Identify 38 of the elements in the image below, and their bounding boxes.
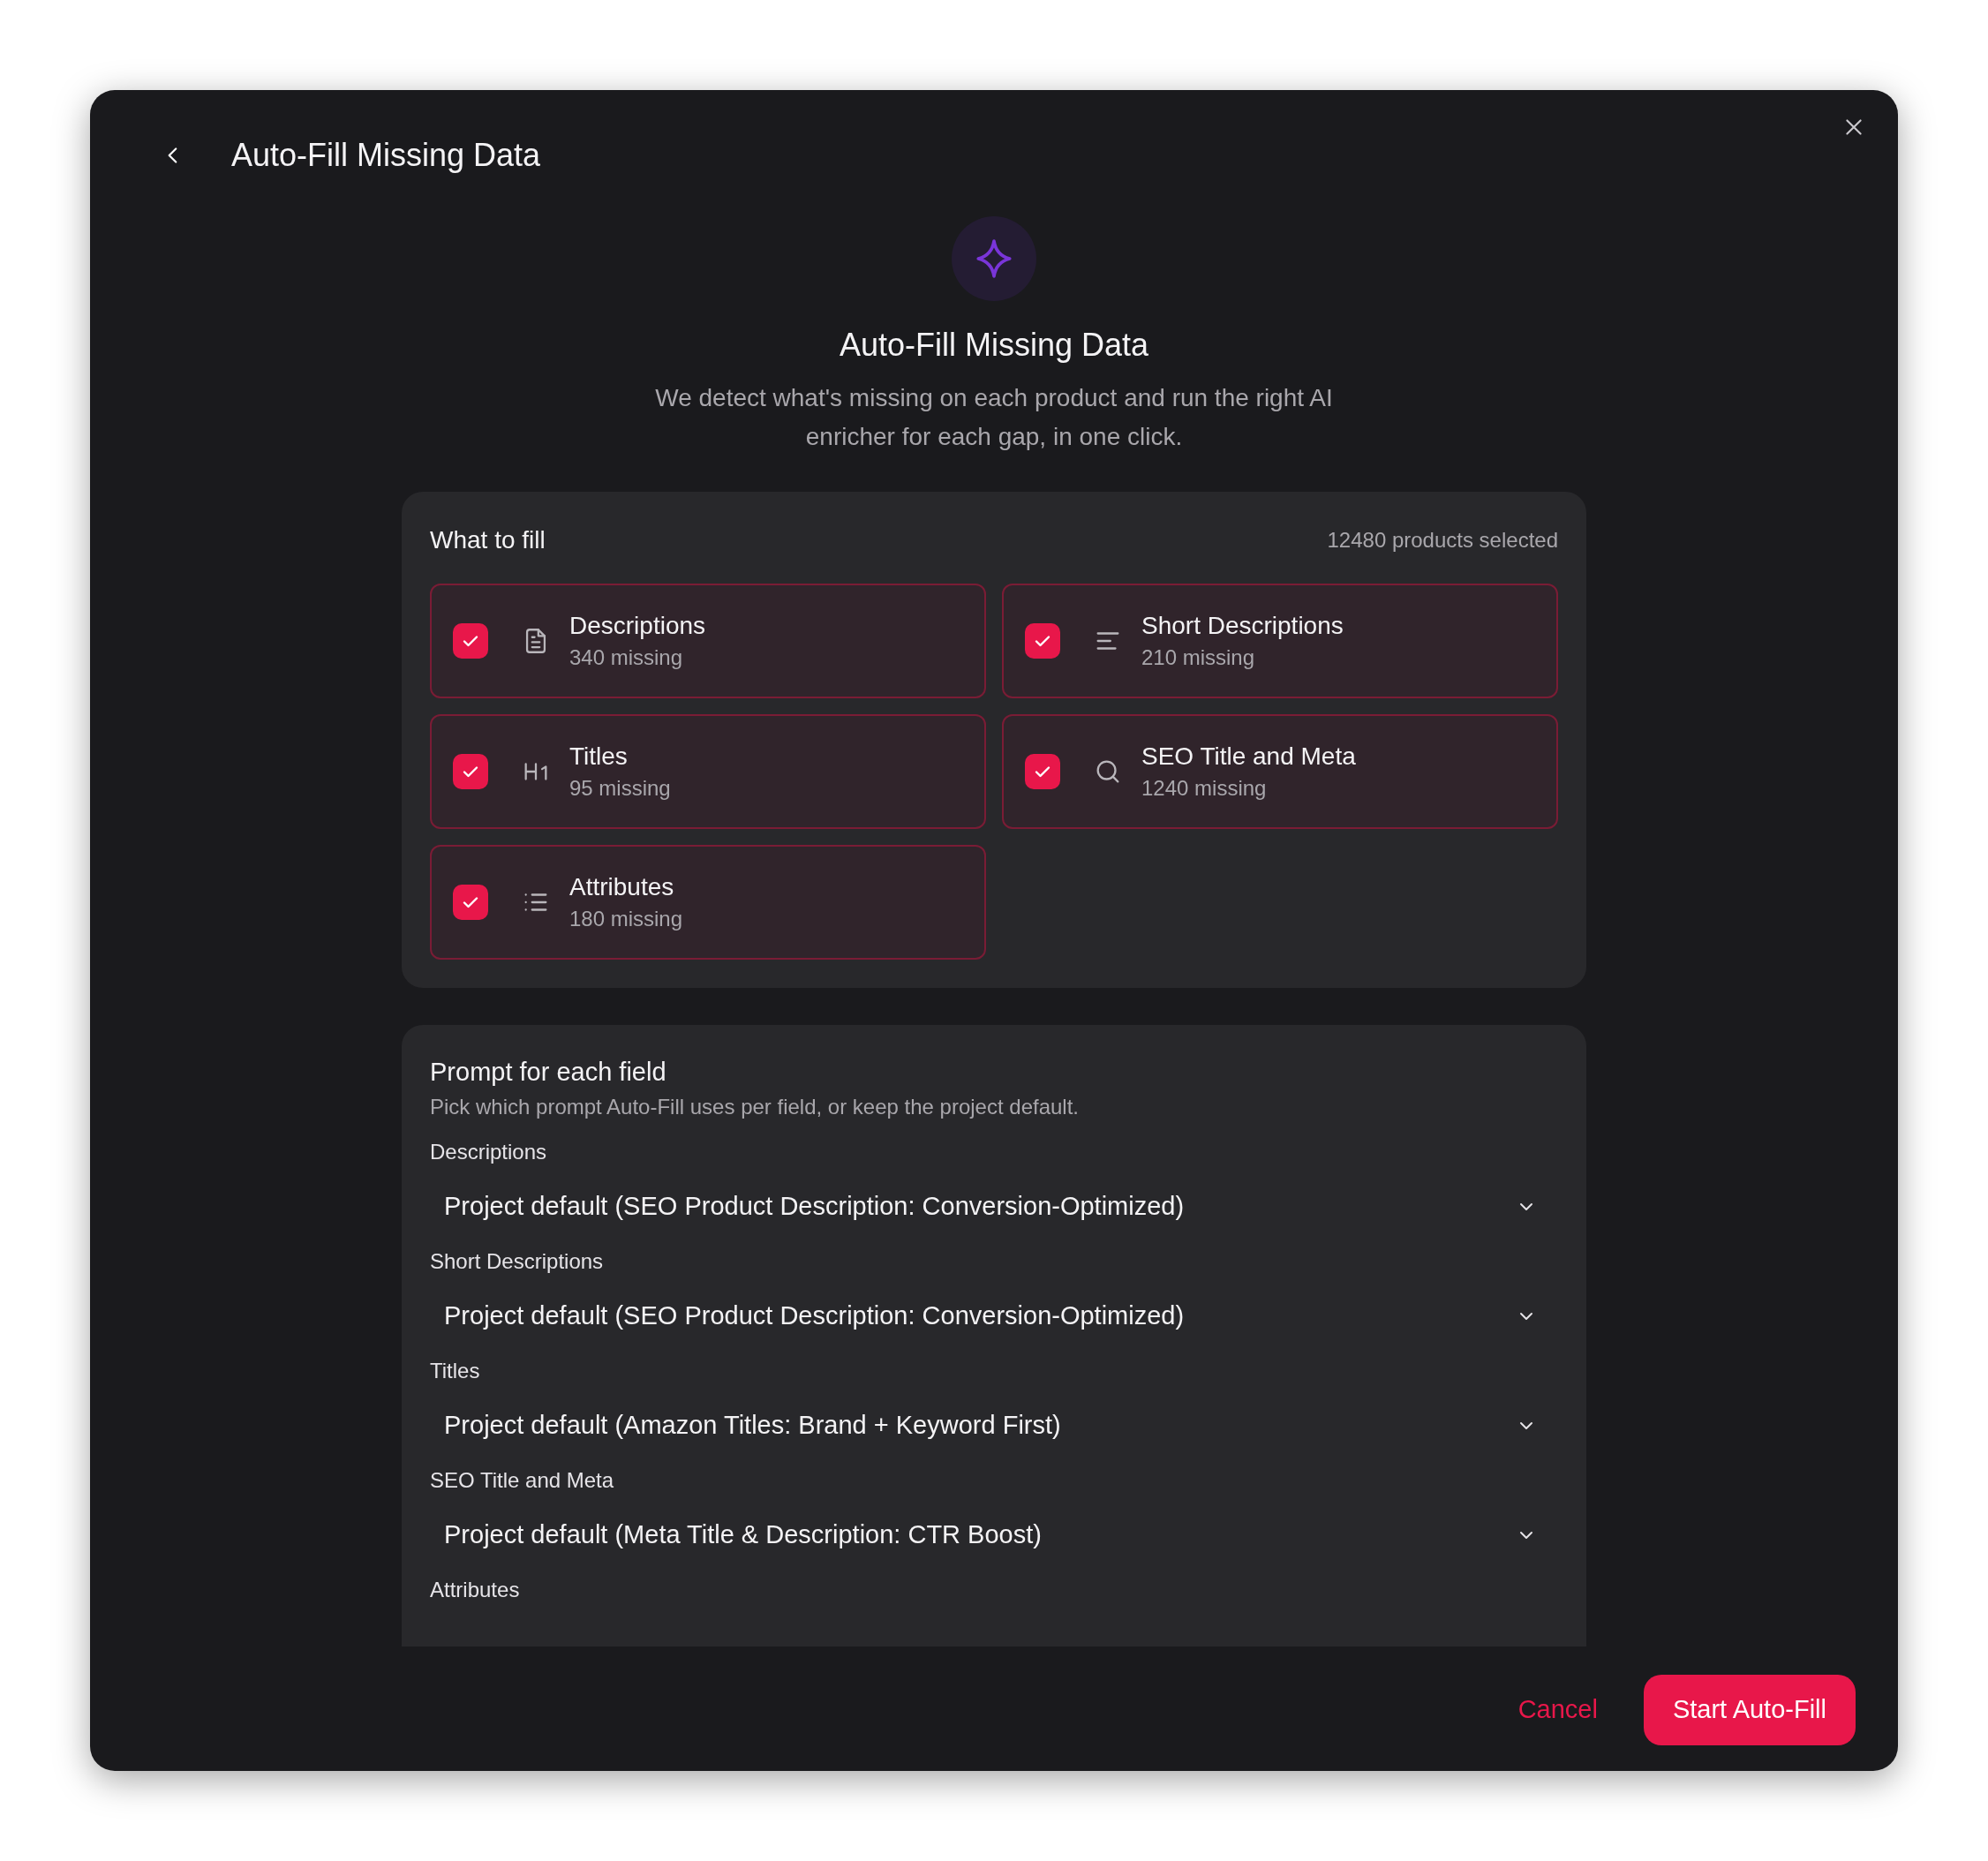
field-option[interactable]: Titles 95 missing — [430, 714, 986, 829]
section-title: Prompt for each field — [430, 1057, 667, 1088]
checkbox[interactable] — [453, 623, 488, 659]
option-label: Short Descriptions — [1141, 611, 1344, 641]
field-option[interactable]: Attributes 180 missing — [430, 845, 986, 960]
option-label: Descriptions — [569, 611, 706, 641]
missing-count: 180 missing — [569, 906, 683, 932]
prompt-select[interactable]: Project default (SEO Product Description: Conversion-Optimized) — [430, 1172, 1558, 1242]
checkbox[interactable] — [453, 885, 488, 920]
field-label: Titles — [430, 1358, 481, 1384]
dialog-heading: Auto-Fill Missing Data — [839, 326, 1149, 365]
field-option[interactable]: SEO Title and Meta 1240 missing — [1002, 714, 1558, 829]
missing-count: 340 missing — [569, 644, 684, 671]
prompt-select[interactable]: Project default (SEO Product Description: Conversion-Optimized) — [430, 1281, 1558, 1352]
field-option[interactable]: Short Descriptions 210 missing — [1002, 584, 1558, 698]
field-label: Descriptions — [430, 1139, 548, 1165]
dialog-title: Auto-Fill Missing Data — [231, 136, 541, 175]
selected-count: 12480 products selected — [1327, 527, 1558, 554]
field-label: Attributes — [430, 1577, 521, 1603]
dialog-description: We detect what's missing on each product and run the right AI enricher for each gap, in one click. — [654, 383, 1334, 452]
missing-count: 210 missing — [1141, 644, 1256, 671]
prompt-select[interactable]: Project default (Amazon Titles: Brand + Keyword First) — [430, 1390, 1558, 1461]
cancel-button[interactable]: Cancel — [1516, 1691, 1600, 1729]
field-option[interactable]: Descriptions 340 missing — [430, 584, 986, 698]
option-label: SEO Title and Meta — [1141, 742, 1356, 772]
checkbox[interactable] — [1025, 754, 1060, 789]
checkbox[interactable] — [1025, 623, 1060, 659]
checkbox[interactable] — [453, 754, 488, 789]
missing-count: 1240 missing — [1141, 775, 1268, 802]
start-button[interactable]: Start Auto-Fill — [1643, 1675, 1856, 1745]
option-label: Attributes — [569, 872, 675, 902]
section-description: Pick which prompt Auto-Fill uses per field, or keep the project default. — [430, 1094, 1081, 1120]
prompt-select[interactable]: Project default (Meta Title & Description: CTR Boost) — [430, 1500, 1558, 1571]
option-label: Titles — [569, 742, 629, 772]
field-label: SEO Title and Meta — [430, 1467, 615, 1494]
field-label: Short Descriptions — [430, 1248, 605, 1275]
missing-count: 95 missing — [569, 775, 671, 802]
section-title: What to fill — [430, 525, 546, 555]
